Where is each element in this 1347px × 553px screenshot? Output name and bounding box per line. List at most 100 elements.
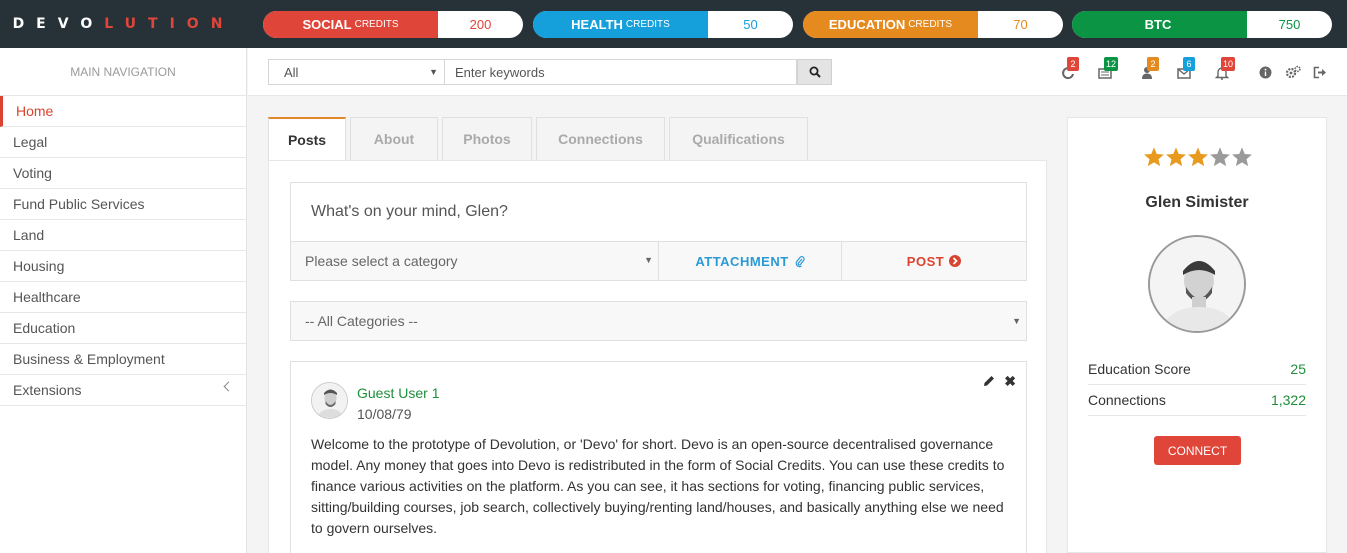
logo[interactable]: DEVO LUTION	[0, 0, 247, 48]
sidebar-item-healthcare[interactable]: Healthcare	[0, 282, 246, 313]
search-scope-value: All	[284, 64, 299, 80]
logout-button[interactable]	[1313, 66, 1329, 82]
stat-label: Education Score	[1088, 361, 1191, 377]
category-filter-select[interactable]: -- All Categories -- ▼	[290, 301, 1027, 341]
chevron-left-icon	[223, 381, 234, 392]
refresh-notification[interactable]: 2	[1061, 57, 1079, 82]
composer-input[interactable]: What's on your mind, Glen?	[291, 183, 1026, 242]
star-empty-icon	[1232, 147, 1252, 167]
tab-connections[interactable]: Connections	[536, 117, 665, 160]
paperclip-icon	[795, 255, 805, 267]
settings-button[interactable]	[1285, 65, 1301, 81]
star-filled-icon	[1188, 147, 1208, 167]
btc-credits-value: 750	[1278, 17, 1301, 32]
sidebar-item-fund-public-services[interactable]: Fund Public Services	[0, 189, 246, 220]
post-date: 10/08/79	[357, 406, 412, 422]
tab-qualifications[interactable]: Qualifications	[669, 117, 808, 160]
main-content: Posts About Photos Connections Qualifica…	[248, 97, 1067, 553]
bell-badge: 10	[1221, 57, 1236, 71]
sidebar-item-business-employment[interactable]: Business & Employment	[0, 344, 246, 375]
tab-container: Posts About Photos Connections Qualifica…	[268, 117, 1047, 553]
tab-posts[interactable]: Posts	[268, 117, 346, 160]
profile-name: Glen Simister	[1145, 194, 1249, 211]
sidebar-item-education[interactable]: Education	[0, 313, 246, 344]
search-input[interactable]	[445, 59, 797, 85]
info-icon	[1259, 66, 1272, 79]
arrow-circle-right-icon	[949, 255, 962, 267]
stat-education-score: Education Score 25	[1088, 354, 1306, 385]
refresh-badge: 2	[1067, 57, 1079, 71]
health-credits-pill[interactable]: HEALTH CREDITS 50	[533, 11, 793, 38]
newspaper-badge: 12	[1104, 57, 1119, 71]
pencil-icon[interactable]	[982, 374, 996, 388]
attachment-button[interactable]: ATTACHMENT	[659, 242, 842, 280]
user-badge: 2	[1147, 57, 1159, 71]
stat-value: 1,322	[1270, 392, 1306, 408]
search-toolbar: All ▼ 2 12 2 6 10	[248, 48, 1347, 96]
sidebar: MAIN NAVIGATION Home Legal Voting Fund P…	[0, 48, 247, 553]
health-credits-value: 50	[743, 17, 758, 32]
user-avatar-icon	[312, 383, 347, 418]
bell-notification[interactable]: 10	[1214, 57, 1236, 82]
profile-avatar[interactable]	[1148, 235, 1246, 333]
sidebar-item-home[interactable]: Home	[0, 96, 246, 127]
caret-down-icon: ▼	[644, 255, 653, 265]
caret-down-icon: ▼	[429, 67, 438, 77]
posts-panel: What's on your mind, Glen? Please select…	[268, 160, 1047, 553]
search-icon	[809, 66, 821, 78]
profile-photo-icon	[1150, 237, 1244, 331]
profile-card: Glen Simister Education Score 25 Connect…	[1067, 117, 1327, 553]
star-filled-icon	[1144, 147, 1164, 167]
info-button[interactable]	[1259, 66, 1275, 82]
stat-label: Connections	[1088, 392, 1166, 408]
caret-down-icon: ▼	[1012, 316, 1021, 326]
stat-value: 25	[1290, 361, 1306, 377]
post-button[interactable]: POST	[842, 242, 1026, 280]
social-credits-value: 200	[469, 17, 492, 32]
sidebar-item-legal[interactable]: Legal	[0, 127, 246, 158]
sidebar-item-voting[interactable]: Voting	[0, 158, 246, 189]
sidebar-item-land[interactable]: Land	[0, 220, 246, 251]
category-select-value: Please select a category	[305, 253, 458, 269]
sidebar-item-extensions[interactable]: Extensions	[0, 375, 246, 406]
newspaper-notification[interactable]: 12	[1098, 57, 1119, 82]
sidebar-item-housing[interactable]: Housing	[0, 251, 246, 282]
user-notification[interactable]: 2	[1141, 57, 1159, 82]
star-empty-icon	[1210, 147, 1230, 167]
post-card: Guest User 1 10/08/79 ✖ Welcome to the p…	[290, 361, 1027, 553]
gears-icon	[1285, 65, 1301, 79]
nav-header: MAIN NAVIGATION	[0, 48, 246, 96]
social-credits-pill[interactable]: SOCIAL CREDITS 200	[263, 11, 523, 38]
health-credits-label: HEALTH CREDITS	[533, 11, 708, 38]
envelope-badge: 6	[1183, 57, 1195, 71]
post-label: POST	[906, 253, 945, 269]
category-filter-value: -- All Categories --	[305, 313, 418, 329]
tab-bar: Posts About Photos Connections Qualifica…	[268, 117, 812, 160]
search-button[interactable]	[797, 59, 832, 85]
close-icon[interactable]: ✖	[1004, 373, 1016, 390]
sign-out-icon	[1313, 66, 1326, 79]
envelope-notification[interactable]: 6	[1177, 57, 1195, 82]
category-select[interactable]: Please select a category ▼	[291, 242, 659, 280]
btc-credits-pill[interactable]: BTC 750	[1072, 11, 1332, 38]
search-scope-select[interactable]: All ▼	[268, 59, 445, 85]
education-credits-value: 70	[1013, 17, 1028, 32]
post-author[interactable]: Guest User 1	[357, 385, 439, 401]
star-rating	[1143, 146, 1253, 168]
connect-button[interactable]: CONNECT	[1154, 436, 1241, 465]
education-credits-label: EDUCATION CREDITS	[803, 11, 978, 38]
star-filled-icon	[1166, 147, 1186, 167]
logo-part-1: DEVO	[12, 16, 105, 32]
top-bar: DEVO LUTION SOCIAL CREDITS 200 HEALTH CREDI…	[0, 0, 1347, 48]
tab-about[interactable]: About	[350, 117, 438, 160]
tab-photos[interactable]: Photos	[442, 117, 532, 160]
logo-part-2: LUTION	[104, 16, 235, 32]
post-composer: What's on your mind, Glen? Please select…	[290, 182, 1027, 281]
attachment-label: ATTACHMENT	[695, 253, 789, 269]
avatar[interactable]	[311, 382, 348, 419]
btc-credits-label: BTC	[1072, 11, 1247, 38]
stat-connections: Connections 1,322	[1088, 385, 1306, 416]
composer-actions: Please select a category ▼ ATTACHMENT PO…	[291, 242, 1026, 280]
social-credits-label: SOCIAL CREDITS	[263, 11, 438, 38]
education-credits-pill[interactable]: EDUCATION CREDITS 70	[803, 11, 1063, 38]
